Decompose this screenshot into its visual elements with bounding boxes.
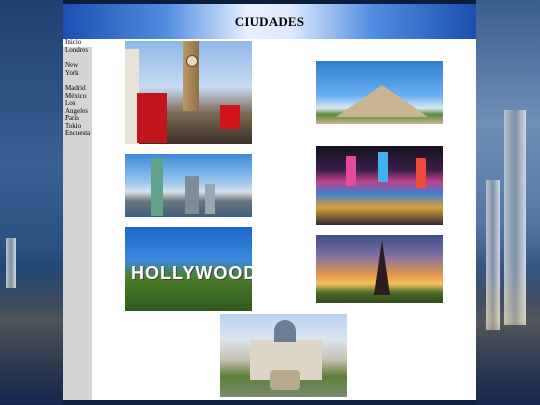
photo-los-angeles: HOLLYWOOD <box>125 227 252 311</box>
photo-madrid <box>220 314 347 397</box>
background-city-right <box>476 0 540 405</box>
photo-tokyo <box>316 146 443 225</box>
photo-london <box>125 41 252 144</box>
madrid-cupola <box>274 320 296 342</box>
red-phone-booth <box>137 93 167 143</box>
nav-item-los-angeles[interactable]: Los Angeles <box>63 99 92 115</box>
photo-paris <box>316 235 443 303</box>
ny-skyscraper <box>185 176 199 214</box>
background-city-left <box>0 0 63 405</box>
neon-sign-3 <box>416 158 426 188</box>
ny-skyscraper-2 <box>205 184 215 214</box>
background-city-lights <box>0 265 63 405</box>
hollywood-sign: HOLLYWOOD <box>131 263 252 283</box>
pyramid <box>336 85 428 117</box>
photo-new-york <box>125 154 252 217</box>
background-city-lights-right <box>476 265 540 405</box>
nav-item-londres[interactable]: Londres <box>63 46 92 55</box>
neon-sign <box>346 156 356 186</box>
eiffel-tower <box>374 240 390 295</box>
photo-chichen-itza <box>316 61 443 124</box>
red-bus <box>220 105 240 129</box>
page-container: CIUDADES Inicio Londres New York Madrid … <box>63 4 476 400</box>
big-ben <box>183 41 199 111</box>
neon-sign-2 <box>378 152 388 182</box>
nav-item-encuesta[interactable]: Encuesta <box>63 129 92 138</box>
statue-of-liberty <box>151 158 163 216</box>
header-banner: CIUDADES <box>63 4 476 39</box>
nav-item-new-york[interactable]: New York <box>63 61 92 77</box>
sidebar-nav: Inicio Londres New York Madrid México Lo… <box>63 38 92 400</box>
page-title: CIUDADES <box>234 13 305 29</box>
big-ben-clock <box>186 55 198 67</box>
cibeles-fountain <box>270 370 300 390</box>
